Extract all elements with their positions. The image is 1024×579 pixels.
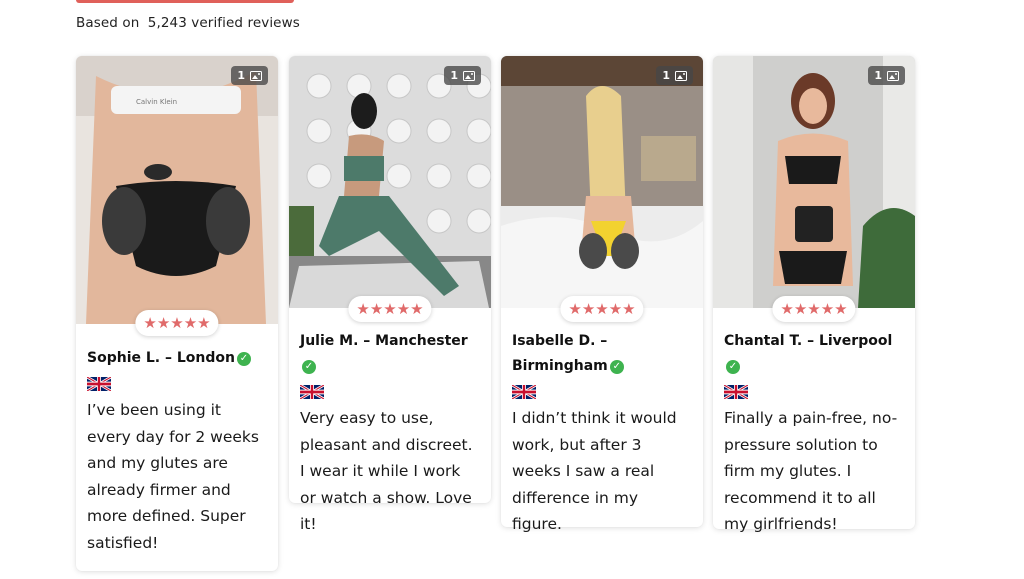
review-count: 5,243 verified reviews <box>147 15 300 31</box>
verified-check-icon: ✓ <box>726 360 740 374</box>
review-photo[interactable]: 1 <box>501 56 703 308</box>
reviewer-name-text: Sophie L. – London <box>87 350 235 366</box>
image-icon <box>463 70 475 81</box>
uk-flag-icon <box>87 377 111 391</box>
image-count-badge[interactable]: 1 <box>444 66 481 85</box>
uk-flag-icon <box>724 385 748 399</box>
summary-prefix: Based on <box>76 15 140 31</box>
star-rating: ★★★★★ <box>348 296 432 322</box>
image-count: 1 <box>450 69 458 82</box>
review-photo[interactable]: 1 <box>289 56 491 308</box>
image-count: 1 <box>662 69 670 82</box>
uk-flag-icon <box>512 385 536 399</box>
reviews-summary: Based on 5,243 verified reviews <box>76 15 300 31</box>
reviewer-name: Isabelle D. – Birmingham ✓ <box>512 329 691 379</box>
review-photo[interactable]: Calvin Klein 1 <box>76 56 278 324</box>
image-count-badge[interactable]: 1 <box>231 66 268 85</box>
review-text: Very easy to use, pleasant and discreet.… <box>300 409 473 534</box>
reviewer-name-text: Chantal T. – Liverpool <box>724 333 893 349</box>
review-card-isabelle[interactable]: 1 ★★★★★ Isabelle D. – Birmingham ✓ I didn… <box>501 56 703 533</box>
svg-text:Calvin Klein: Calvin Klein <box>136 98 177 106</box>
image-icon <box>887 70 899 81</box>
review-card-chantal[interactable]: 1 ★★★★★ Chantal T. – Liverpool ✓ Finally … <box>713 56 915 533</box>
reviewer-name: Julie M. – Manchester ✓ <box>300 329 479 379</box>
review-card-julie[interactable]: 1 ★★★★★ Julie M. – Manchester ✓ Very easy… <box>289 56 491 533</box>
image-count-badge[interactable]: 1 <box>868 66 905 85</box>
reviewer-name: Chantal T. – Liverpool ✓ <box>724 329 903 379</box>
review-card-sophie[interactable]: Calvin Klein 1 ★★★★★ Sophie L. – London ✓… <box>76 56 278 571</box>
image-count-badge[interactable]: 1 <box>656 66 693 85</box>
reviewer-name-text: Julie M. – Manchester <box>300 333 468 349</box>
reviewer-name: Sophie L. – London ✓ <box>87 346 266 371</box>
image-count: 1 <box>237 69 245 82</box>
review-text: I didn’t think it would work, but after … <box>512 409 677 534</box>
image-icon <box>675 70 687 81</box>
verified-check-icon: ✓ <box>236 352 251 366</box>
star-rating: ★★★★★ <box>560 296 644 322</box>
reviewer-name-text: Isabelle D. – Birmingham <box>512 333 608 374</box>
top-accent-bar <box>76 0 294 3</box>
verified-check-icon: ✓ <box>609 360 624 374</box>
star-rating: ★★★★★ <box>135 310 219 336</box>
image-count: 1 <box>874 69 882 82</box>
review-photo[interactable]: 1 <box>713 56 915 308</box>
image-icon <box>250 70 262 81</box>
verified-check-icon: ✓ <box>302 360 316 374</box>
star-rating: ★★★★★ <box>772 296 856 322</box>
review-text: I’ve been using it every day for 2 weeks… <box>87 401 259 552</box>
uk-flag-icon <box>300 385 324 399</box>
review-text: Finally a pain-free, no-pressure solutio… <box>724 409 898 534</box>
